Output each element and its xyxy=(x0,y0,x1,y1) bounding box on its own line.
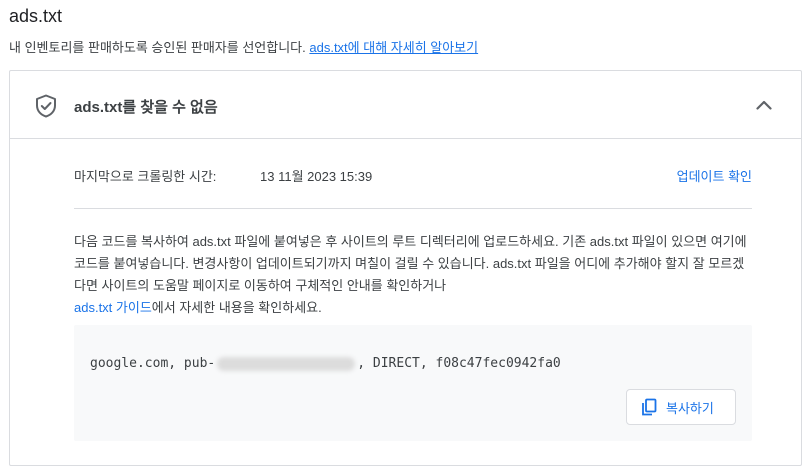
page-title: ads.txt xyxy=(9,6,63,26)
code-prefix: google.com, pub- xyxy=(90,356,216,371)
card-title: ads.txt를 찾을 수 없음 xyxy=(74,99,218,116)
instructions-text: 다음 코드를 복사하여 ads.txt 파일에 붙여넣은 후 사이트의 루트 디… xyxy=(74,231,754,319)
shield-check-icon xyxy=(36,94,56,118)
page-description-text: 내 인벤토리를 판매하도록 승인된 판매자를 선언합니다. xyxy=(9,40,310,55)
copy-button-label: 복사하기 xyxy=(666,400,714,416)
page-description: 내 인벤토리를 판매하도록 승인된 판매자를 선언합니다. ads.txt에 대… xyxy=(9,37,478,56)
check-update-link[interactable]: 업데이트 확인 xyxy=(677,166,752,185)
instructions-body: 다음 코드를 복사하여 ads.txt 파일에 붙여넣은 후 사이트의 루트 디… xyxy=(74,234,747,293)
card-header-toggle[interactable]: ads.txt를 찾을 수 없음 xyxy=(10,71,801,139)
last-crawl-row: 마지막으로 크롤링한 시간: 13 11월 2023 15:39 업데이트 확인 xyxy=(74,166,752,188)
ads-txt-guide-link[interactable]: ads.txt 가이드 xyxy=(74,300,152,315)
divider xyxy=(74,208,752,209)
last-crawl-label: 마지막으로 크롤링한 시간: xyxy=(74,169,217,184)
copy-button[interactable]: 복사하기 xyxy=(626,389,736,425)
code-snippet-box: google.com, pub- , DIRECT, f08c47fec0942f… xyxy=(74,325,752,441)
ads-txt-status-card: ads.txt를 찾을 수 없음 마지막으로 크롤링한 시간: 13 11월 2… xyxy=(9,70,802,466)
instructions-suffix: 에서 자세한 내용을 확인하세요. xyxy=(151,300,322,315)
last-crawl-time: 13 11월 2023 15:39 xyxy=(260,169,373,184)
redacted-publisher-id xyxy=(217,356,356,371)
code-line: google.com, pub- , DIRECT, f08c47fec0942f… xyxy=(90,356,561,371)
copy-icon xyxy=(642,398,657,416)
learn-more-link[interactable]: ads.txt에 대해 자세히 알아보기 xyxy=(309,40,478,55)
chevron-up-icon[interactable] xyxy=(754,95,774,115)
code-suffix: , DIRECT, f08c47fec0942fa0 xyxy=(357,356,561,371)
